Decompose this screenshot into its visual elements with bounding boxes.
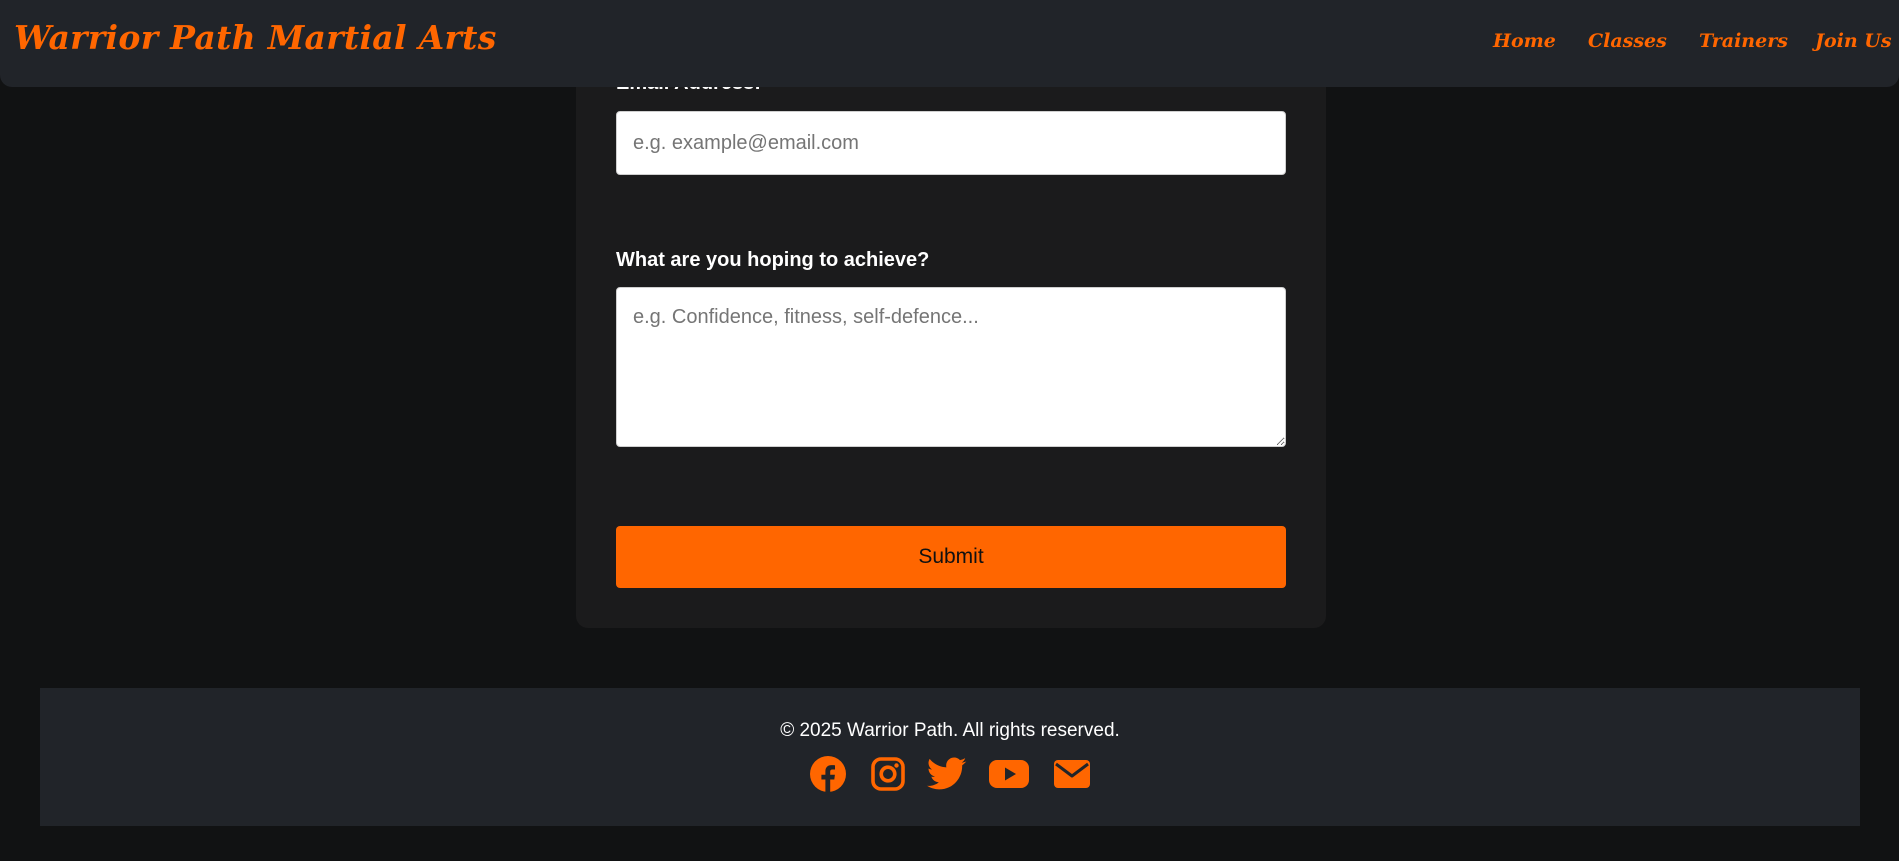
nav-trainers-link[interactable]: Trainers (1699, 30, 1788, 52)
site-footer: © 2025 Warrior Path. All rights reserved… (40, 688, 1860, 826)
copyright-text: © 2025 Warrior Path. All rights reserved… (780, 720, 1120, 741)
nav-classes-link[interactable]: Classes (1588, 30, 1667, 52)
goals-label: What are you hoping to achieve? (616, 249, 930, 271)
email-input[interactable] (616, 111, 1286, 175)
site-header: Warrior Path Martial Arts Home Classes T… (0, 0, 1899, 87)
facebook-icon[interactable] (809, 754, 847, 794)
instagram-icon[interactable] (870, 754, 906, 794)
email-icon[interactable] (1053, 754, 1091, 794)
nav-home-link[interactable]: Home (1493, 30, 1556, 52)
youtube-icon[interactable] (988, 754, 1030, 794)
site-logo-title[interactable]: Warrior Path Martial Arts (14, 18, 497, 57)
nav-join-us-link[interactable]: Join Us (1815, 30, 1892, 52)
goals-textarea[interactable] (616, 287, 1286, 447)
twitter-icon[interactable] (927, 754, 967, 794)
submit-button[interactable]: Submit (616, 526, 1286, 588)
